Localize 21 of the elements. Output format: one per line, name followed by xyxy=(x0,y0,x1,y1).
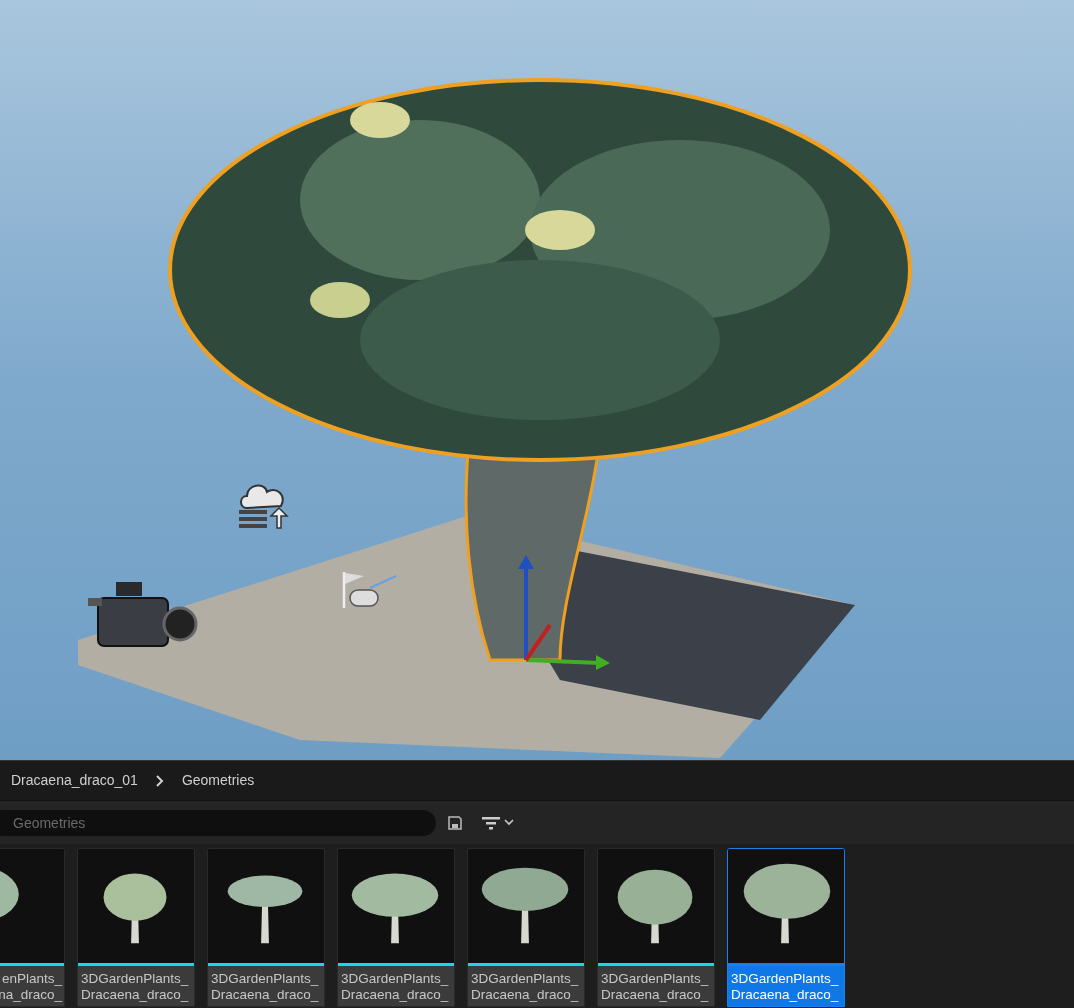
breadcrumb-item[interactable]: Geometries xyxy=(181,770,255,791)
asset-label: enPlants_ na_draco_ xyxy=(0,966,64,1006)
asset-tile[interactable]: 3DGardenPlants_ Dracaena_draco_ xyxy=(207,848,325,1007)
asset-label: 3DGardenPlants_ Dracaena_draco_ xyxy=(598,966,714,1006)
asset-label: 3DGardenPlants_ Dracaena_draco_ xyxy=(78,966,194,1006)
filter-icon xyxy=(482,815,500,830)
asset-tile[interactable]: 3DGardenPlants_ Dracaena_draco_ xyxy=(727,848,845,1007)
asset-label: 3DGardenPlants_ Dracaena_draco_ xyxy=(338,966,454,1006)
search-field[interactable]: Geometries xyxy=(0,809,436,836)
asset-tile[interactable]: 3DGardenPlants_ Dracaena_draco_ xyxy=(467,848,585,1007)
asset-tile[interactable]: enPlants_ na_draco_ xyxy=(0,848,65,1007)
asset-tile[interactable]: 3DGardenPlants_ Dracaena_draco_ xyxy=(597,848,715,1007)
caret-icon xyxy=(504,819,514,826)
save-icon[interactable] xyxy=(448,815,462,830)
asset-label: 3DGardenPlants_ Dracaena_draco_ xyxy=(728,966,844,1006)
asset-tile[interactable]: 3DGardenPlants_ Dracaena_draco_ xyxy=(77,848,195,1007)
asset-label: 3DGardenPlants_ Dracaena_draco_ xyxy=(208,966,324,1006)
asset-label: 3DGardenPlants_ Dracaena_draco_ xyxy=(468,966,584,1006)
chevron-right-icon xyxy=(155,774,164,787)
breadcrumb-item[interactable]: Dracaena_draco_01 xyxy=(11,770,138,791)
asset-tile[interactable]: 3DGardenPlants_ Dracaena_draco_ xyxy=(337,848,455,1007)
